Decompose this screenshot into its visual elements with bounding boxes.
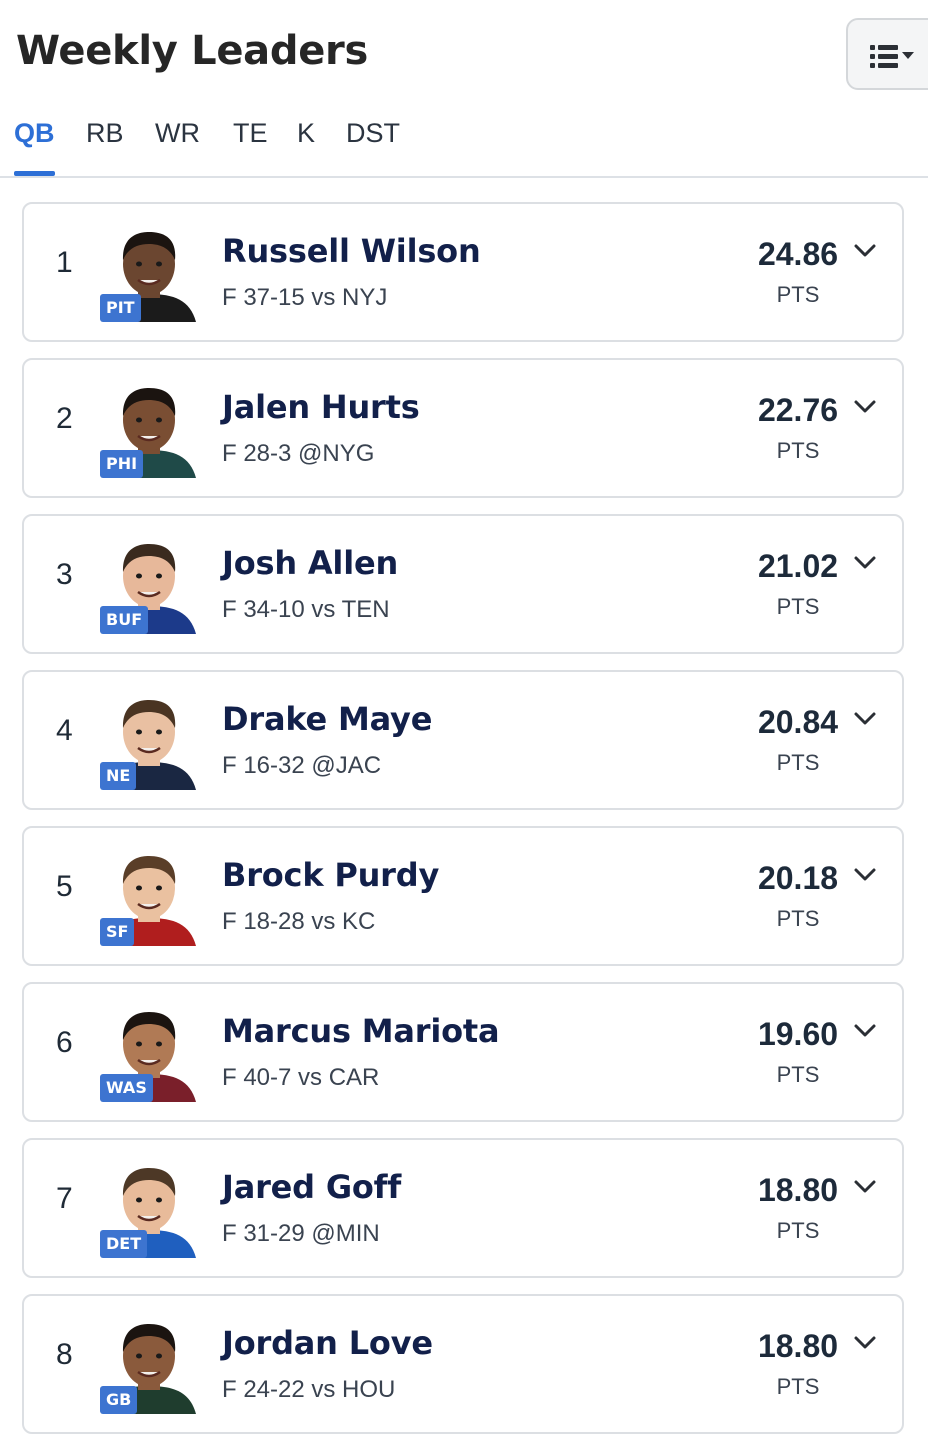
- chevron-down-icon[interactable]: [852, 864, 878, 884]
- team-badge: BUF: [100, 606, 149, 634]
- points-label: PTS: [776, 906, 820, 931]
- leader-card[interactable]: 3 BUF Josh Allen F 34-10 vs TEN 21.02 PTS: [22, 514, 904, 654]
- chevron-down-icon[interactable]: [852, 708, 878, 728]
- player-name[interactable]: Drake Maye: [222, 700, 432, 738]
- game-result: F 37-15 vs NYJ: [222, 284, 388, 311]
- team-badge: NE: [100, 762, 137, 790]
- player-name[interactable]: Josh Allen: [222, 544, 398, 582]
- fantasy-points: 19.60: [757, 1016, 839, 1052]
- leader-card[interactable]: 5 SF Brock Purdy F 18-28 vs KC 20.18 PTS: [22, 826, 904, 966]
- game-result: F 34-10 vs TEN: [222, 596, 390, 623]
- leader-card[interactable]: 8 GB Jordan Love F 24-22 vs HOU 18.80 PTS: [22, 1294, 904, 1434]
- game-result: F 24-22 vs HOU: [222, 1376, 396, 1403]
- leader-card[interactable]: 2 PHI Jalen Hurts F 28-3 @NYG 22.76 PTS: [22, 358, 904, 498]
- leaders-list: 1 PIT Russell Wilson F 37-15 vs NYJ 24.86 PTS…: [22, 202, 904, 1448]
- tab-dst[interactable]: DST: [346, 118, 400, 176]
- player-name[interactable]: Jordan Love: [222, 1324, 433, 1362]
- tab-rb[interactable]: RB: [86, 118, 124, 176]
- chevron-down-icon[interactable]: [852, 240, 878, 260]
- game-result: F 28-3 @NYG: [222, 440, 375, 467]
- rank-number: 1: [56, 246, 73, 279]
- team-badge: SF: [100, 918, 135, 946]
- tab-te[interactable]: TE: [233, 118, 268, 176]
- team-badge: PIT: [100, 294, 141, 322]
- rank-number: 6: [56, 1026, 73, 1059]
- player-name[interactable]: Russell Wilson: [222, 232, 481, 270]
- leader-card[interactable]: 6 WAS Marcus Mariota F 40-7 vs CAR 19.60 PTS: [22, 982, 904, 1122]
- fantasy-points: 22.76: [757, 392, 839, 428]
- player-name[interactable]: Brock Purdy: [222, 856, 439, 894]
- points-label: PTS: [776, 1062, 820, 1087]
- points-label: PTS: [776, 594, 820, 619]
- rank-number: 3: [56, 558, 73, 591]
- game-result: F 16-32 @JAC: [222, 752, 382, 779]
- points-label: PTS: [776, 282, 820, 307]
- points-label: PTS: [776, 1218, 820, 1243]
- player-name[interactable]: Jalen Hurts: [222, 388, 420, 426]
- rank-number: 8: [56, 1338, 73, 1371]
- rank-number: 7: [56, 1182, 73, 1215]
- fantasy-points: 24.86: [757, 236, 839, 272]
- position-tabs: QB RB WR TE K DST: [0, 100, 928, 178]
- view-options-button[interactable]: [846, 18, 928, 90]
- player-name[interactable]: Marcus Mariota: [222, 1012, 500, 1050]
- leader-card[interactable]: 7 DET Jared Goff F 31-29 @MIN 18.80 PTS: [22, 1138, 904, 1278]
- tab-k[interactable]: K: [297, 118, 315, 176]
- points-label: PTS: [776, 1374, 820, 1399]
- team-badge: DET: [100, 1230, 148, 1258]
- fantasy-points: 18.80: [757, 1328, 839, 1364]
- game-result: F 31-29 @MIN: [222, 1220, 380, 1247]
- leader-card[interactable]: 1 PIT Russell Wilson F 37-15 vs NYJ 24.86 PTS: [22, 202, 904, 342]
- rank-number: 4: [56, 714, 73, 747]
- game-result: F 18-28 vs KC: [222, 908, 376, 935]
- points-label: PTS: [776, 438, 820, 463]
- chevron-down-icon[interactable]: [852, 1020, 878, 1040]
- page-title: Weekly Leaders: [16, 28, 368, 74]
- team-badge: PHI: [100, 450, 144, 478]
- fantasy-points: 18.80: [757, 1172, 839, 1208]
- team-badge: WAS: [100, 1074, 153, 1102]
- rank-number: 2: [56, 402, 73, 435]
- chevron-down-icon[interactable]: [852, 396, 878, 416]
- game-result: F 40-7 vs CAR: [222, 1064, 380, 1091]
- fantasy-points: 20.18: [757, 860, 839, 896]
- tab-qb[interactable]: QB: [14, 118, 55, 176]
- chevron-down-icon[interactable]: [852, 1332, 878, 1352]
- points-label: PTS: [776, 750, 820, 775]
- fantasy-points: 21.02: [757, 548, 839, 584]
- page-header: Weekly Leaders: [0, 0, 928, 100]
- fantasy-points: 20.84: [757, 704, 839, 740]
- team-badge: GB: [100, 1386, 138, 1414]
- leader-card[interactable]: 4 NE Drake Maye F 16-32 @JAC 20.84 PTS: [22, 670, 904, 810]
- player-name[interactable]: Jared Goff: [222, 1168, 401, 1206]
- rank-number: 5: [56, 870, 73, 903]
- tab-wr[interactable]: WR: [155, 118, 200, 176]
- chevron-down-icon[interactable]: [852, 552, 878, 572]
- list-view-dropdown-icon: [870, 45, 914, 68]
- chevron-down-icon[interactable]: [852, 1176, 878, 1196]
